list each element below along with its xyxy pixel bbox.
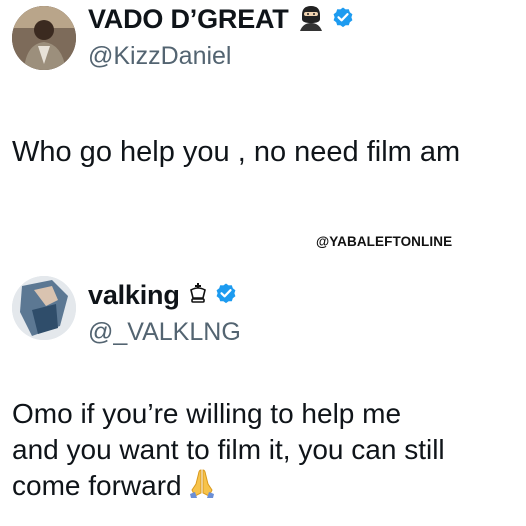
display-name[interactable]: VADO D’GREAT [88, 4, 289, 35]
tweet-card-1: VADO D’GREAT @KizzDaniel Who go help you… [0, 0, 526, 249]
tweet-card-2: valking @_VALKLNG Omo if you’re willing … [0, 270, 526, 526]
avatar[interactable] [12, 6, 76, 70]
tweet-text: Who go help you , no need film am [12, 136, 461, 168]
folded-hands-emoji [188, 468, 216, 507]
handle[interactable]: @KizzDaniel [88, 42, 231, 71]
avatar-photo [12, 276, 76, 340]
tweet-text-line-text: come forward [12, 469, 182, 501]
tweet-text-line: come forward [12, 468, 445, 507]
tweet-text: Omo if you’re willing to help me and you… [12, 396, 445, 506]
watermark: @YABALEFTONLINE [316, 234, 453, 249]
verified-badge-icon [331, 5, 355, 34]
name-row: VADO D’GREAT [88, 2, 355, 36]
display-name[interactable]: valking [88, 280, 180, 311]
tweet-text-line: Omo if you’re willing to help me [12, 398, 402, 429]
verified-badge-icon [214, 281, 238, 310]
tweet-text-line: and you want to film it, you can still [12, 433, 445, 465]
crown-icon [188, 282, 208, 309]
avatar[interactable] [12, 276, 76, 340]
handle[interactable]: @_VALKLNG [88, 318, 241, 347]
avatar-photo [12, 6, 76, 70]
ninja-emoji [297, 3, 325, 36]
name-row: valking [88, 278, 238, 312]
